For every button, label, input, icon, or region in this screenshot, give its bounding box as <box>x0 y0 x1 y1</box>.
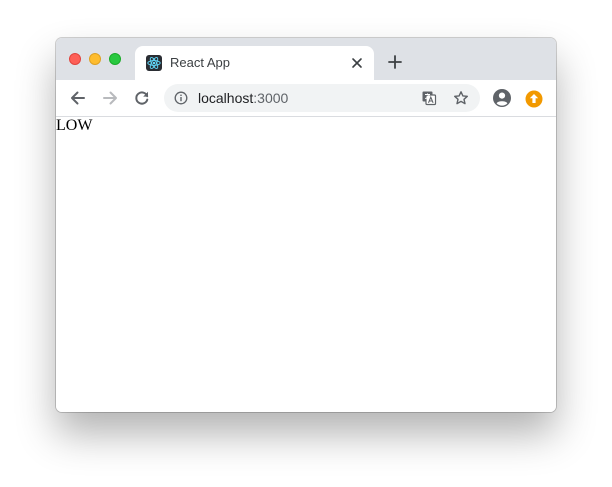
reload-button[interactable] <box>133 89 151 107</box>
page-viewport: LOW <box>56 117 556 412</box>
star-icon[interactable] <box>453 90 469 106</box>
close-icon[interactable] <box>349 55 365 71</box>
browser-window: React App localhost:3000 LOW <box>56 38 556 412</box>
window-maximize-button[interactable] <box>109 53 121 65</box>
tab-react-app[interactable]: React App <box>135 46 374 80</box>
forward-button[interactable] <box>101 89 119 107</box>
browser-toolbar: localhost:3000 <box>56 80 556 117</box>
react-logo-icon <box>146 55 162 71</box>
plus-icon <box>388 55 402 69</box>
arrow-left-icon <box>71 91 85 105</box>
new-tab-button[interactable] <box>387 54 403 70</box>
url-port: :3000 <box>253 90 289 106</box>
profile-icon[interactable] <box>492 88 512 108</box>
address-bar[interactable]: localhost:3000 <box>164 84 480 112</box>
reload-icon <box>135 91 149 105</box>
update-icon[interactable] <box>525 90 543 108</box>
page-text: LOW <box>56 117 93 134</box>
window-minimize-button[interactable] <box>89 53 101 65</box>
url-host: localhost <box>198 90 254 106</box>
back-button[interactable] <box>69 89 87 107</box>
tab-strip: React App <box>56 38 556 80</box>
translate-icon[interactable] <box>421 90 437 106</box>
info-icon[interactable] <box>174 91 188 105</box>
tab-title: React App <box>170 55 230 70</box>
url-text[interactable]: localhost:3000 <box>198 90 288 106</box>
window-close-button[interactable] <box>69 53 81 65</box>
arrow-right-icon <box>103 91 117 105</box>
